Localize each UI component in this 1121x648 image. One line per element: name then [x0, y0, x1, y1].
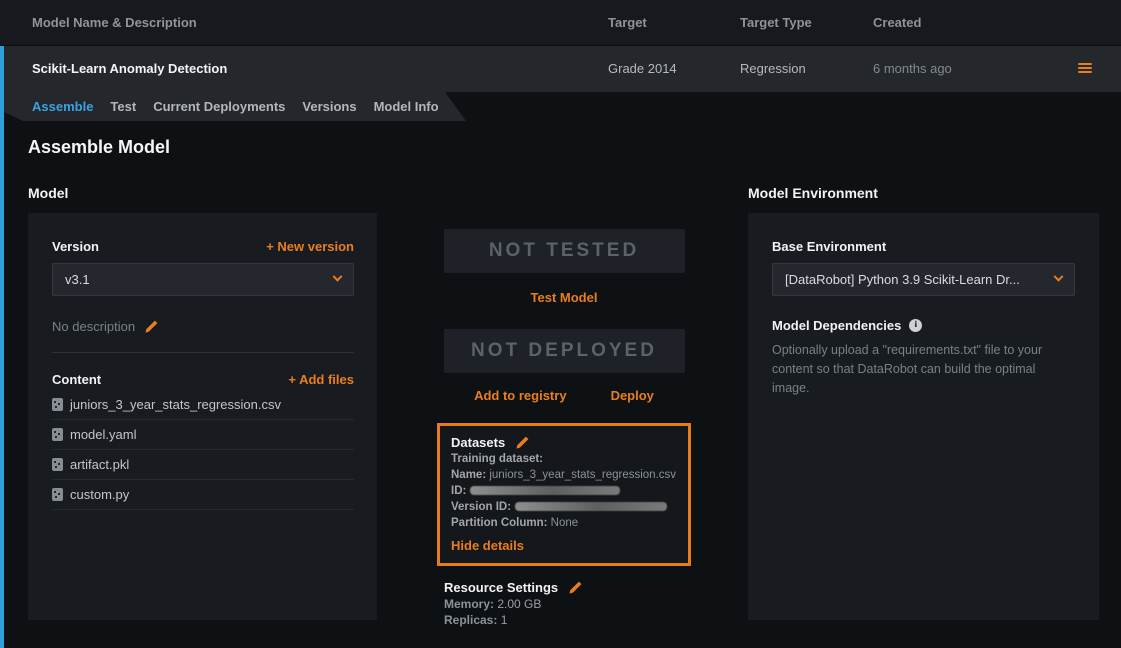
column-header-target-type: Target Type [740, 0, 812, 46]
chevron-down-icon [333, 272, 343, 282]
datasets-box: Datasets Training dataset: Name: juniors… [437, 423, 691, 566]
memory-label: Memory: [444, 597, 494, 611]
test-status-badge: NOT TESTED [444, 229, 685, 273]
environment-section-label: Model Environment [748, 185, 878, 201]
base-environment-select[interactable]: [DataRobot] Python 3.9 Scikit-Learn Dr..… [772, 263, 1075, 296]
replicas-value: 1 [501, 613, 508, 627]
page-title: Assemble Model [28, 137, 170, 158]
test-model-button[interactable]: Test Model [531, 290, 598, 305]
tab-model-info[interactable]: Model Info [374, 99, 439, 114]
replicas-label: Replicas: [444, 613, 497, 627]
file-row[interactable]: custom.py [52, 480, 354, 510]
version-label: Version [52, 239, 99, 254]
selected-row-accent-bar [0, 46, 4, 648]
resource-settings-title: Resource Settings [444, 580, 558, 595]
partition-column-value: None [551, 517, 579, 529]
tab-assemble[interactable]: Assemble [32, 99, 93, 114]
chevron-down-icon [1054, 272, 1064, 282]
dataset-version-id-redacted [515, 502, 667, 511]
description-placeholder: No description [52, 319, 135, 334]
training-dataset-label: Training dataset: [451, 453, 543, 465]
model-name: Scikit-Learn Anomaly Detection [32, 46, 227, 92]
model-target: Grade 2014 [608, 46, 677, 92]
column-header-target: Target [608, 0, 647, 46]
info-icon[interactable]: i [909, 319, 922, 332]
model-created: 6 months ago [873, 46, 952, 92]
table-header-bar: Model Name & Description Target Target T… [0, 0, 1121, 46]
tab-test[interactable]: Test [110, 99, 136, 114]
base-environment-label: Base Environment [772, 239, 886, 254]
dataset-name-label: Name: [451, 469, 486, 481]
model-panel: Version + New version v3.1 No descriptio… [28, 213, 377, 620]
environment-panel: Base Environment [DataRobot] Python 3.9 … [748, 213, 1099, 620]
row-menu-icon[interactable] [1078, 63, 1092, 75]
model-table-row[interactable]: Scikit-Learn Anomaly Detection Grade 201… [0, 46, 1121, 92]
datasets-title: Datasets [451, 435, 505, 450]
add-to-registry-button[interactable]: Add to registry [474, 388, 566, 403]
model-section-label: Model [28, 185, 68, 201]
file-icon [52, 398, 63, 411]
column-header-model-name: Model Name & Description [32, 0, 197, 46]
tab-versions[interactable]: Versions [302, 99, 356, 114]
content-label: Content [52, 372, 101, 387]
version-select[interactable]: v3.1 [52, 263, 354, 296]
file-row[interactable]: artifact.pkl [52, 450, 354, 480]
file-name: custom.py [70, 487, 129, 502]
divider [52, 352, 354, 353]
file-row[interactable]: juniors_3_year_stats_regression.csv [52, 390, 354, 420]
dataset-id-redacted [470, 486, 620, 495]
resource-settings: Resource Settings Memory: 2.00 GB Replic… [437, 579, 691, 628]
column-header-created: Created [873, 0, 921, 46]
partition-column-label: Partition Column: [451, 517, 547, 529]
base-environment-value: [DataRobot] Python 3.9 Scikit-Learn Dr..… [785, 272, 1020, 287]
file-row[interactable]: model.yaml [52, 420, 354, 450]
file-name: artifact.pkl [70, 457, 129, 472]
file-icon [52, 488, 63, 501]
dataset-id-label: ID: [451, 485, 466, 497]
file-icon [52, 458, 63, 471]
add-files-button[interactable]: + Add files [288, 372, 354, 387]
model-tabs: Assemble Test Current Deployments Versio… [4, 92, 470, 121]
tab-current-deployments[interactable]: Current Deployments [153, 99, 285, 114]
deploy-status-badge: NOT DEPLOYED [444, 329, 685, 373]
deploy-button[interactable]: Deploy [611, 388, 654, 403]
dependencies-help-text: Optionally upload a "requirements.txt" f… [772, 341, 1074, 398]
edit-description-icon[interactable] [144, 319, 159, 334]
file-name: model.yaml [70, 427, 136, 442]
version-select-value: v3.1 [65, 272, 90, 287]
file-name: juniors_3_year_stats_regression.csv [70, 397, 281, 412]
new-version-button[interactable]: + New version [266, 239, 354, 254]
model-dependencies-label: Model Dependencies [772, 318, 901, 333]
status-column: NOT TESTED Test Model NOT DEPLOYED Add t… [437, 229, 691, 628]
dataset-name-value: juniors_3_year_stats_regression.csv [489, 469, 676, 481]
hide-details-link[interactable]: Hide details [451, 538, 524, 553]
file-icon [52, 428, 63, 441]
dataset-version-id-label: Version ID: [451, 501, 511, 513]
content-file-list: juniors_3_year_stats_regression.csv mode… [52, 390, 354, 510]
model-target-type: Regression [740, 46, 806, 92]
edit-datasets-icon[interactable] [515, 435, 530, 450]
memory-value: 2.00 GB [497, 597, 541, 611]
edit-resource-settings-icon[interactable] [568, 580, 583, 595]
